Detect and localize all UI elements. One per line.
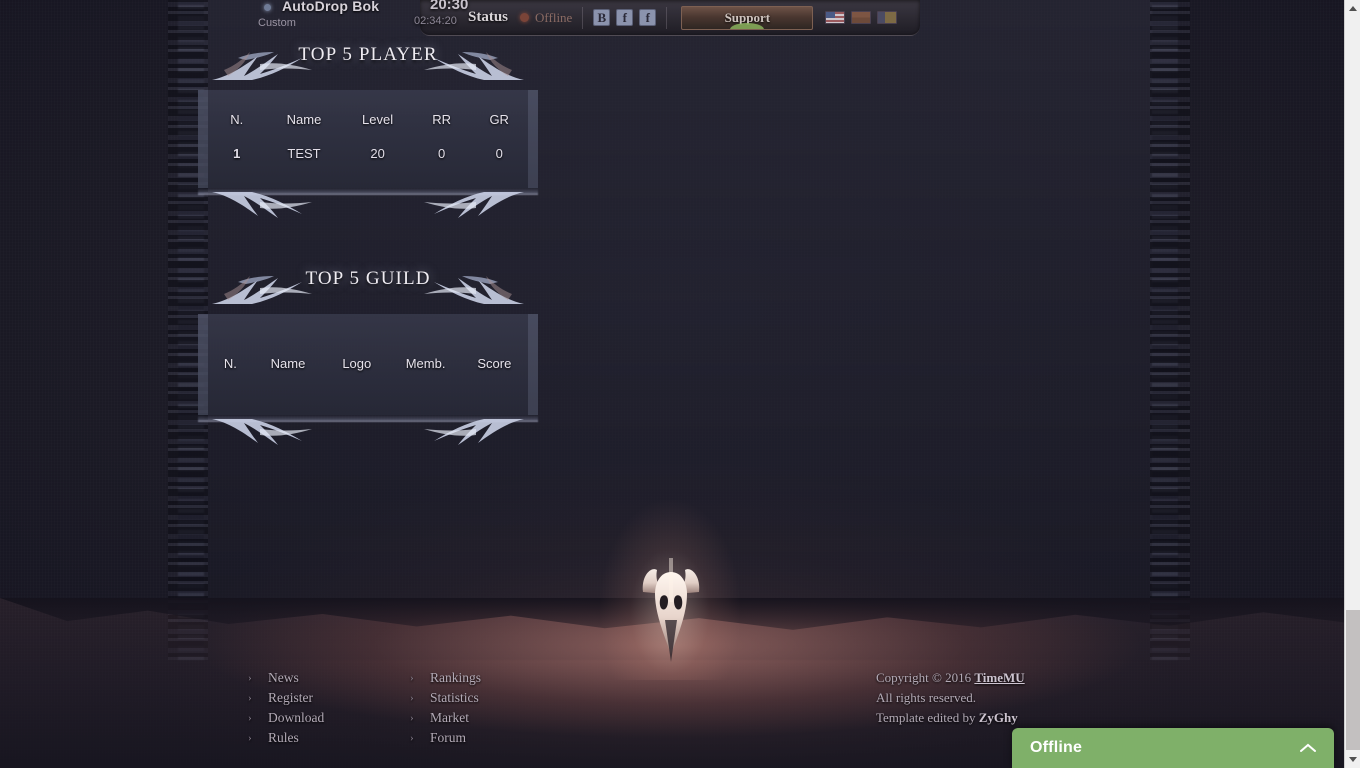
vertical-scrollbar[interactable] xyxy=(1344,0,1360,768)
chevron-right-icon: › xyxy=(410,732,414,744)
footer-link-register[interactable]: › Register xyxy=(248,688,398,708)
panel-title: TOP 5 PLAYER xyxy=(298,44,438,65)
chevron-right-icon: › xyxy=(410,672,414,684)
chevron-right-icon: › xyxy=(410,712,414,724)
footer-link-label: Rankings xyxy=(430,670,482,685)
chevron-up-icon[interactable] xyxy=(1300,740,1316,757)
guild-panel-footer xyxy=(198,415,538,461)
chat-widget[interactable]: Offline xyxy=(1012,728,1334,768)
guild-panel-bottom-edge xyxy=(198,415,538,422)
english-flag-icon[interactable] xyxy=(825,11,846,24)
col-rr: RR xyxy=(432,112,451,127)
language-flags xyxy=(825,11,898,24)
panel-top-players: TOP 5 PLAYER N. Name Level RR GR 1 TEST … xyxy=(198,40,538,234)
footer-link-rankings[interactable]: › Rankings xyxy=(410,668,560,688)
chevron-right-icon: › xyxy=(248,672,252,684)
footer-links-column-two: › Rankings › Statistics › Market › Forum xyxy=(410,668,560,748)
table-header-row: N. Name Level RR GR xyxy=(208,106,528,137)
scroll-down-button[interactable] xyxy=(1345,751,1360,768)
ornament-wing-right-icon xyxy=(424,276,524,304)
status-indicator-dot xyxy=(520,13,530,22)
cell-number: 1 xyxy=(233,146,241,161)
flag-two-icon[interactable] xyxy=(851,11,872,24)
table-row[interactable]: 1 TEST 20 0 0 xyxy=(208,137,528,170)
chat-status-label: Offline xyxy=(1030,739,1083,756)
chevron-right-icon: › xyxy=(248,712,252,724)
cell-rr: 0 xyxy=(437,146,446,161)
footer-link-forum[interactable]: › Forum xyxy=(410,728,560,748)
panel-header: TOP 5 PLAYER xyxy=(198,40,538,90)
template-text: Template edited by xyxy=(876,710,979,725)
cell-gr: 0 xyxy=(495,146,503,161)
col-gr: GR xyxy=(489,112,509,127)
footer-link-label: Download xyxy=(268,710,325,725)
copyright-block: Copyright © 2016 TimeMU All rights reser… xyxy=(876,668,1025,728)
col-name: Name xyxy=(270,356,306,371)
col-logo: Logo xyxy=(342,356,372,371)
page-viewport: Status Offline B f f Support AutoDrop Bo… xyxy=(0,0,1344,768)
server-clock: 20:30 02:34:20 xyxy=(414,0,469,27)
autodrop-title: AutoDrop Bok xyxy=(282,0,380,14)
panel-footer xyxy=(198,188,538,234)
social-links: B f f xyxy=(593,9,657,26)
chevron-right-icon: › xyxy=(410,692,414,704)
top-players-table: N. Name Level RR GR 1 TEST 20 0 0 xyxy=(208,106,528,170)
footer-link-statistics[interactable]: › Statistics xyxy=(410,688,560,708)
scroll-up-button[interactable] xyxy=(1345,0,1360,17)
copyright-text: Copyright © 2016 xyxy=(876,670,975,685)
footer-link-market[interactable]: › Market xyxy=(410,708,560,728)
col-score: Score xyxy=(477,356,512,371)
cell-name: TEST xyxy=(287,146,321,161)
chevron-right-icon: › xyxy=(248,732,252,744)
table-header-row: N. Name Logo Memb. Score xyxy=(208,350,528,381)
facebook-alt-icon[interactable]: f xyxy=(639,9,657,26)
col-number: N. xyxy=(230,112,244,127)
panel-bottom-edge xyxy=(198,188,538,195)
guild-panel-title: TOP 5 GUILD xyxy=(305,268,431,289)
cell-level: 20 xyxy=(370,146,385,161)
footer-link-rules[interactable]: › Rules xyxy=(248,728,398,748)
footer-links-column-one: › News › Register › Download › Rules xyxy=(248,668,398,748)
footer-link-label: Market xyxy=(430,710,469,725)
copyright-line: Copyright © 2016 TimeMU xyxy=(876,668,1025,688)
footer-link-label: Forum xyxy=(430,730,467,745)
rights-line: All rights reserved. xyxy=(876,690,977,705)
col-members: Memb. xyxy=(405,356,446,371)
guild-panel-header: TOP 5 GUILD xyxy=(198,264,538,314)
triangle-down-icon xyxy=(1349,757,1357,762)
scrollbar-thumb[interactable] xyxy=(1346,610,1360,750)
clock-countdown: 02:34:20 xyxy=(414,15,457,27)
status-label: Status xyxy=(468,9,509,25)
footer-link-label: Register xyxy=(268,690,313,705)
support-button[interactable]: Support xyxy=(681,5,814,30)
footer-link-news[interactable]: › News xyxy=(248,668,398,688)
template-line: Template edited by ZyGhy xyxy=(876,708,1025,728)
col-level: Level xyxy=(362,112,394,127)
chevron-right-icon: › xyxy=(248,692,252,704)
col-number: N. xyxy=(223,356,237,371)
top-guilds-table: N. Name Logo Memb. Score xyxy=(208,350,528,381)
top-status-bar: Status Offline B f f Support xyxy=(420,0,920,36)
divider-two xyxy=(666,6,668,29)
brand-link[interactable]: TimeMU xyxy=(974,670,1024,685)
facebook-icon[interactable]: f xyxy=(616,9,634,26)
top-guilds-body: N. Name Logo Memb. Score xyxy=(198,314,538,415)
ornament-wing-left-icon xyxy=(212,276,312,304)
template-author: ZyGhy xyxy=(978,710,1018,725)
footer-link-label: Statistics xyxy=(430,690,479,705)
panel-top-guilds: TOP 5 GUILD N. Name Logo Memb. Score xyxy=(198,264,538,461)
footer-link-label: Rules xyxy=(268,730,299,745)
footer-link-download[interactable]: › Download xyxy=(248,708,398,728)
top-players-body: N. Name Level RR GR 1 TEST 20 0 0 xyxy=(198,90,538,188)
clock-time: 20:30 xyxy=(430,0,469,13)
divider xyxy=(582,6,584,29)
status-value: Offline xyxy=(535,9,573,25)
col-name: Name xyxy=(286,112,322,127)
footer-link-label: News xyxy=(268,670,299,685)
flag-three-icon[interactable] xyxy=(877,11,898,24)
blogger-icon[interactable]: B xyxy=(593,9,611,26)
autodrop-bullet-icon xyxy=(264,4,271,11)
triangle-up-icon xyxy=(1349,6,1357,11)
